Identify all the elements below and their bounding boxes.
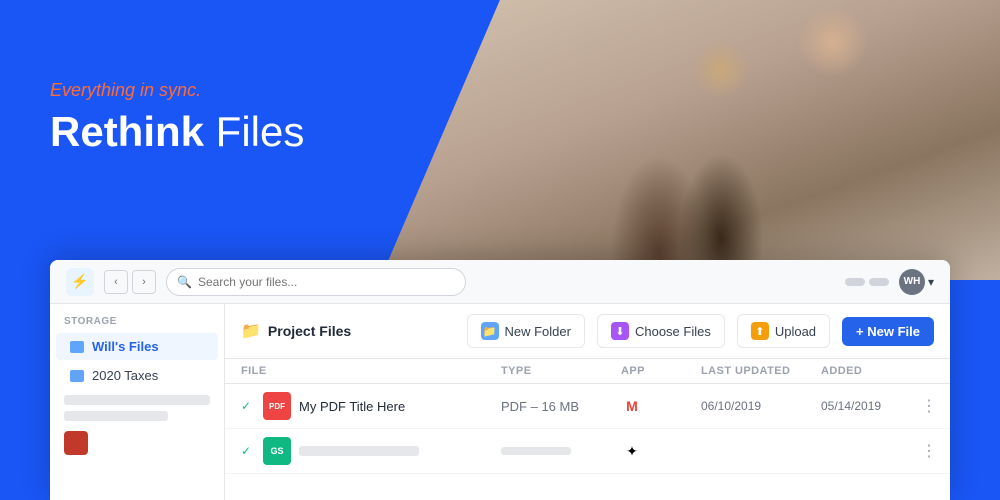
- file-name-placeholder-2: [299, 446, 419, 456]
- current-folder: 📁 Project Files: [241, 321, 351, 341]
- choose-files-label: Choose Files: [635, 324, 711, 339]
- folder-name: Project Files: [268, 323, 351, 339]
- drive-icon: ✦: [626, 443, 638, 460]
- choose-icon: ⬇: [611, 322, 629, 340]
- table-row[interactable]: ✓ GS ✦ ⋮: [225, 429, 950, 474]
- file-badge-pdf: PDF: [263, 392, 291, 420]
- folder-icon-wills: [70, 341, 84, 353]
- user-dropdown[interactable]: WH ▾: [899, 269, 934, 295]
- upload-button[interactable]: ⬆ Upload: [737, 314, 830, 348]
- chevron-down-icon: ▾: [928, 275, 934, 289]
- sidebar-section-label: Storage: [50, 316, 224, 327]
- folder-icon: 📁: [241, 321, 261, 341]
- gmail-icon: M: [626, 398, 638, 414]
- col-last-updated: Last Updated: [701, 365, 821, 377]
- file-name-cell-2: ✓ GS: [241, 437, 501, 465]
- dot-2: [869, 278, 889, 286]
- type-placeholder-2: [501, 447, 571, 455]
- check-icon-2: ✓: [241, 444, 255, 458]
- app-body: Storage Will's Files 2020 Taxes 📁 Projec…: [50, 304, 950, 500]
- col-added: Added: [821, 365, 921, 377]
- file-badge-sheet: GS: [263, 437, 291, 465]
- new-folder-label: New Folder: [505, 324, 571, 339]
- hero-tagline: Everything in sync.: [50, 80, 304, 101]
- table-row[interactable]: ✓ PDF My PDF Title Here PDF – 16 MB M 06…: [225, 384, 950, 429]
- nav-arrows: ‹ ›: [104, 270, 156, 294]
- sidebar-app-icon: [64, 431, 88, 455]
- file-name-1: My PDF Title Here: [299, 399, 405, 414]
- hero-section: Everything in sync. Rethink Files: [0, 0, 1000, 280]
- sidebar-item-label-wills: Will's Files: [92, 339, 159, 354]
- back-button[interactable]: ‹: [104, 270, 128, 294]
- app-header: ⚡ ‹ › 🔍 WH ▾: [50, 260, 950, 304]
- forward-button[interactable]: ›: [132, 270, 156, 294]
- forward-icon: ›: [142, 276, 146, 288]
- check-icon-1: ✓: [241, 399, 255, 413]
- app-icon-1: M: [621, 395, 643, 417]
- sidebar: Storage Will's Files 2020 Taxes: [50, 304, 225, 500]
- more-icon-1[interactable]: ⋮: [921, 396, 950, 416]
- header-dots: [845, 278, 889, 286]
- folder-icon-taxes: [70, 370, 84, 382]
- table-header: File Type App Last Updated Added: [225, 359, 950, 384]
- upload-label: Upload: [775, 324, 816, 339]
- new-file-label: + New File: [856, 324, 920, 339]
- search-input[interactable]: [198, 275, 455, 289]
- hero-photo: [380, 0, 1000, 280]
- dot-1: [845, 278, 865, 286]
- back-icon: ‹: [114, 276, 118, 288]
- new-folder-button[interactable]: 📁 New Folder: [467, 314, 585, 348]
- file-name-cell-1: ✓ PDF My PDF Title Here: [241, 392, 501, 420]
- hero-headline: Rethink Files: [50, 109, 304, 155]
- file-toolbar: 📁 Project Files 📁 New Folder ⬇ Choose Fi…: [225, 304, 950, 359]
- added-1: 05/14/2019: [821, 399, 921, 413]
- main-content: 📁 Project Files 📁 New Folder ⬇ Choose Fi…: [225, 304, 950, 500]
- sidebar-item-wills-files[interactable]: Will's Files: [56, 333, 218, 360]
- col-app: App: [621, 365, 701, 377]
- file-table: File Type App Last Updated Added ✓ PDF M…: [225, 359, 950, 474]
- logo-icon: ⚡: [71, 273, 88, 290]
- search-icon: 🔍: [177, 275, 192, 289]
- more-icon-2[interactable]: ⋮: [921, 441, 950, 461]
- last-updated-1: 06/10/2019: [701, 399, 821, 413]
- app-window: ⚡ ‹ › 🔍 WH ▾ Storage: [50, 260, 950, 500]
- sidebar-item-2020-taxes[interactable]: 2020 Taxes: [56, 362, 218, 389]
- photo-overlay: [380, 0, 1000, 280]
- headline-bold: Rethink: [50, 108, 204, 155]
- col-actions: [921, 365, 950, 377]
- col-type: Type: [501, 365, 621, 377]
- headline-rest: Files: [204, 108, 304, 155]
- sidebar-placeholder-2: [64, 411, 168, 421]
- new-folder-icon: 📁: [481, 322, 499, 340]
- col-file: File: [241, 365, 501, 377]
- avatar: WH: [899, 269, 925, 295]
- new-file-button[interactable]: + New File: [842, 317, 934, 346]
- file-type-1: PDF – 16 MB: [501, 399, 621, 414]
- search-bar: 🔍: [166, 268, 466, 296]
- app-icon-2: ✦: [621, 440, 643, 462]
- sidebar-placeholder-1: [64, 395, 210, 405]
- app-logo: ⚡: [66, 268, 94, 296]
- hero-text-block: Everything in sync. Rethink Files: [50, 80, 304, 155]
- sidebar-item-label-taxes: 2020 Taxes: [92, 368, 158, 383]
- upload-icon: ⬆: [751, 322, 769, 340]
- file-type-2: [501, 447, 621, 455]
- choose-files-button[interactable]: ⬇ Choose Files: [597, 314, 725, 348]
